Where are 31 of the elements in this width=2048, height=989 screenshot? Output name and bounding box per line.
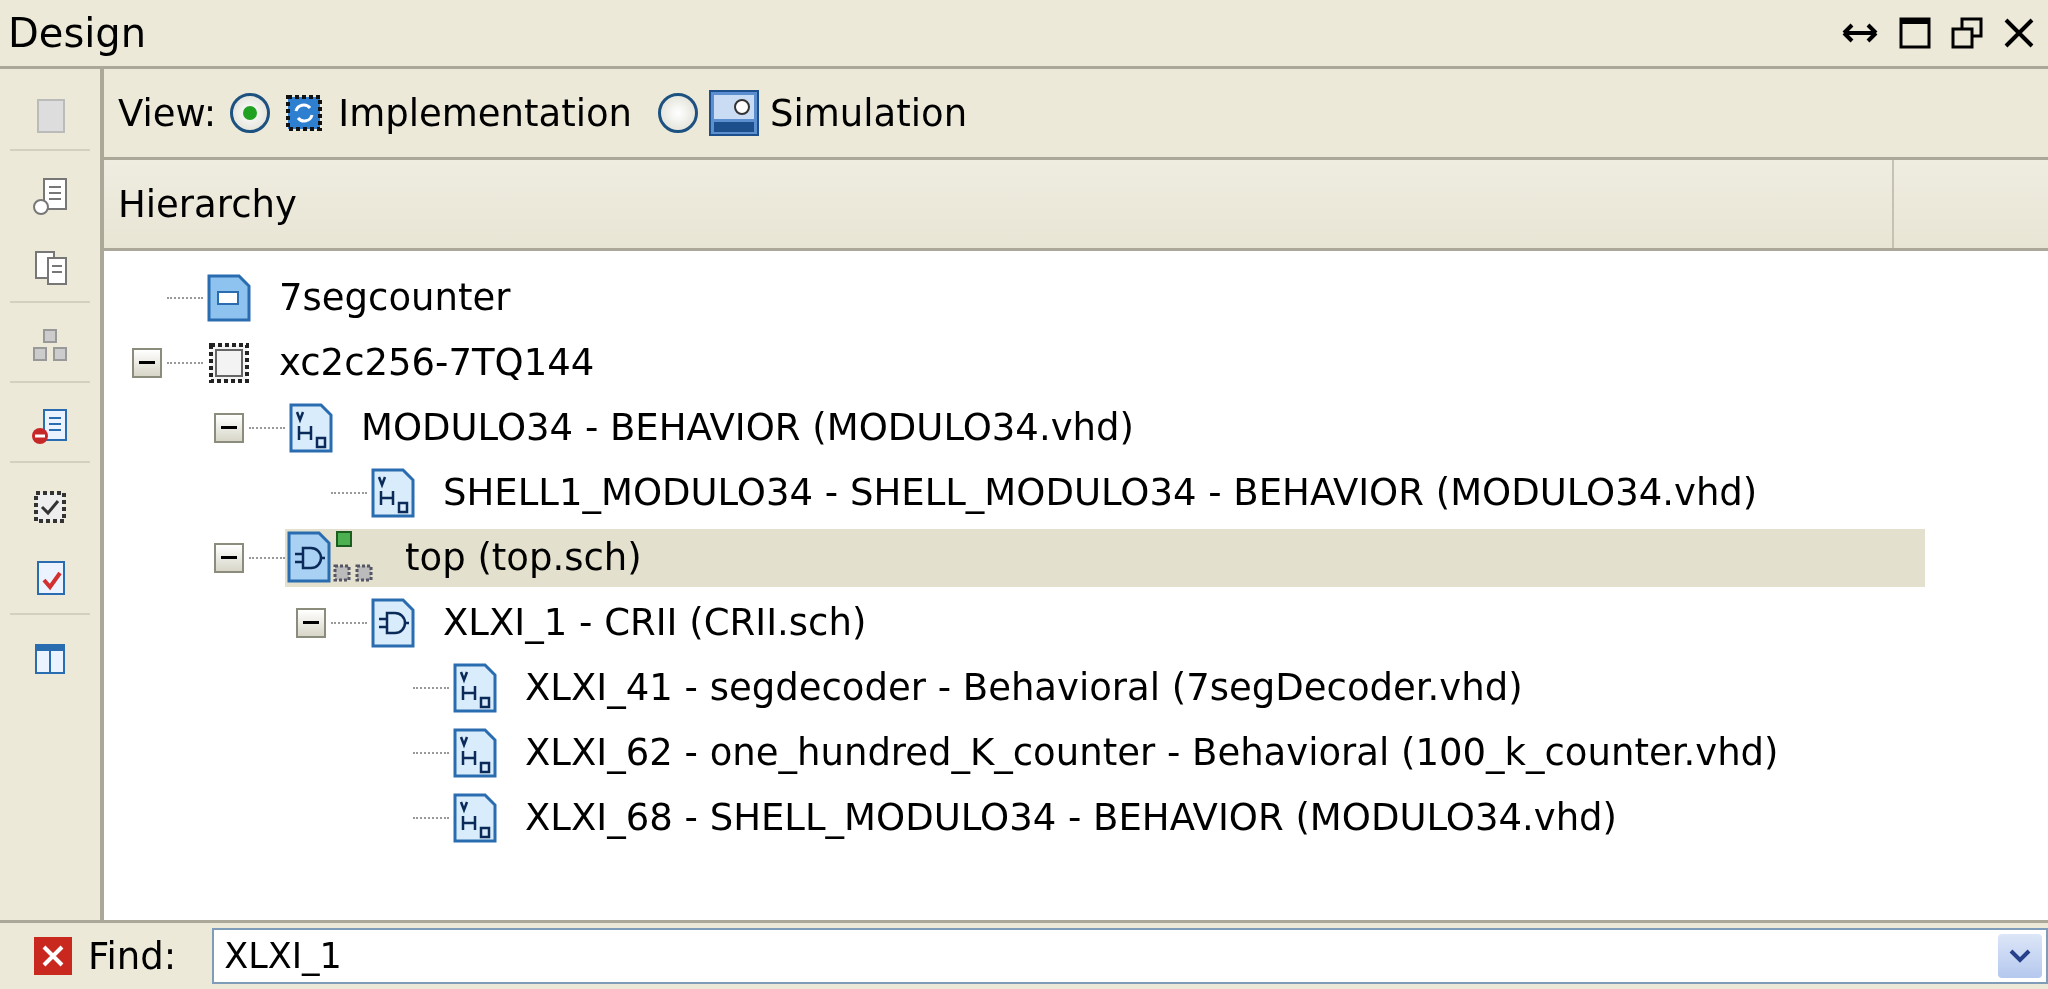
tree-item[interactable]: top (top.sch)	[285, 528, 1925, 587]
radio-label[interactable]: Implementation	[338, 91, 633, 135]
close-icon	[40, 943, 66, 969]
view-label: View:	[118, 91, 217, 135]
expand-toggle[interactable]	[214, 542, 244, 573]
tree-item[interactable]: XLXI_68 - SHELL_MODULO34 - BEHAVIOR (MODULO34.vhd)	[449, 788, 1625, 847]
maximize-icon	[1898, 16, 1932, 50]
tree-item[interactable]: XLXI_41 - segdecoder - Behavioral (7segDecoder.vhd)	[449, 658, 1531, 717]
find-label: Find:	[88, 934, 177, 978]
dropdown-button[interactable]	[1998, 934, 2042, 978]
chevron-down-icon	[2008, 948, 2032, 964]
tree-item[interactable]: XLXI_62 - one_hundred_K_counter - Behavioral (100_k_counter.vhd)	[449, 723, 1787, 782]
close-find-button[interactable]	[34, 937, 72, 975]
tree-item[interactable]: 7segcounter	[203, 268, 519, 327]
find-field[interactable]: XLXI_1	[212, 928, 2048, 984]
tree-item[interactable]: SHELL1_MODULO34 - SHELL_MODULO34 - BEHAVIOR (MODULO34.vhd)	[367, 463, 1766, 522]
radio-label[interactable]: Simulation	[770, 91, 968, 135]
tree-item[interactable]: xc2c256-7TQ144	[203, 333, 603, 392]
simulator-icon	[708, 89, 761, 137]
remove-document-icon	[30, 406, 70, 446]
tree-item[interactable]: XLXI_1 - CRII (CRII.sch)	[367, 593, 875, 652]
restore-icon	[1950, 16, 1984, 50]
expand-toggle[interactable]	[132, 347, 162, 378]
panel-title: Design	[8, 10, 147, 56]
expand-toggle[interactable]	[296, 607, 326, 638]
add-document-icon	[30, 175, 70, 215]
tree-item[interactable]: MODULO34 - BEHAVIOR (MODULO34.vhd)	[285, 398, 1142, 457]
close-icon	[2002, 16, 2036, 50]
radio-button[interactable]	[230, 93, 271, 133]
radio-button[interactable]	[658, 93, 699, 133]
expand-toggle[interactable]	[214, 412, 244, 443]
